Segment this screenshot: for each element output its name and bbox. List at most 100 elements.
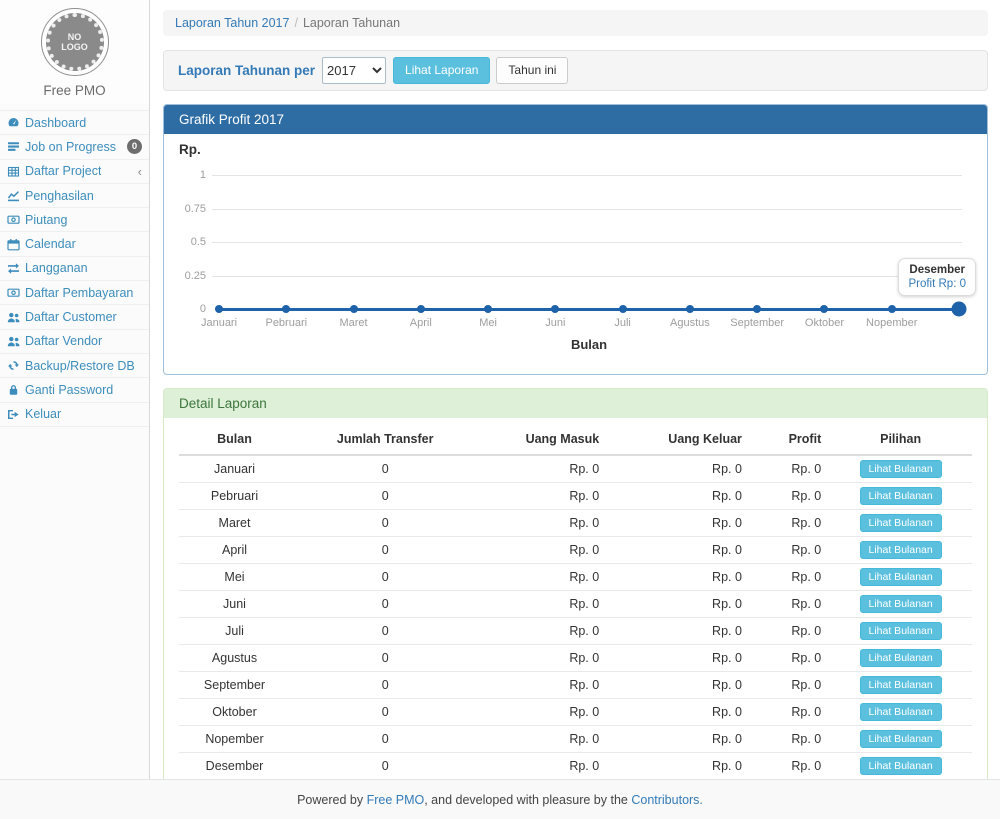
- sidebar-item-backup-restore-db[interactable]: Backup/Restore DB: [0, 354, 149, 378]
- column-header-pilihan: Pilihan: [829, 424, 972, 455]
- data-point-maret[interactable]: [350, 305, 358, 313]
- cell: Rp. 0: [607, 537, 750, 564]
- cell: 0: [290, 618, 480, 645]
- chart-panel-title: Grafik Profit 2017: [164, 105, 987, 134]
- lihat-bulanan-button-mei[interactable]: Lihat Bulanan: [860, 568, 942, 586]
- sidebar-item-langganan[interactable]: Langganan: [0, 257, 149, 281]
- action-cell: Lihat Bulanan: [829, 483, 972, 510]
- cell: Rp. 0: [750, 591, 829, 618]
- cell: April: [179, 537, 290, 564]
- action-cell: Lihat Bulanan: [829, 672, 972, 699]
- breadcrumb-current: Laporan Tahunan: [303, 16, 400, 30]
- cell: 0: [290, 753, 480, 780]
- lihat-bulanan-button-juni[interactable]: Lihat Bulanan: [860, 595, 942, 613]
- profit-line-chart: Rp.00.250.50.751JanuariPebruariMaretApri…: [179, 140, 972, 364]
- footer-link-free-pmo[interactable]: Free PMO: [367, 793, 425, 807]
- year-select[interactable]: 2017: [322, 57, 386, 84]
- cell: Desember: [179, 753, 290, 780]
- lihat-bulanan-button-desember[interactable]: Lihat Bulanan: [860, 757, 942, 775]
- lihat-bulanan-button-juli[interactable]: Lihat Bulanan: [860, 622, 942, 640]
- sidebar-item-daftar-vendor[interactable]: Daftar Vendor: [0, 330, 149, 354]
- cell: Rp. 0: [480, 618, 607, 645]
- cell: Rp. 0: [607, 672, 750, 699]
- cell: Rp. 0: [750, 483, 829, 510]
- data-point-pebruari[interactable]: [282, 305, 290, 313]
- data-point-agustus[interactable]: [686, 305, 694, 313]
- sidebar-item-label: Keluar: [25, 407, 61, 421]
- sidebar-item-label: Penghasilan: [25, 189, 94, 203]
- profit-series-line: [219, 308, 959, 311]
- cell: Juli: [179, 618, 290, 645]
- refresh-icon: [7, 359, 25, 372]
- lihat-bulanan-button-april[interactable]: Lihat Bulanan: [860, 541, 942, 559]
- cell: Rp. 0: [750, 645, 829, 672]
- sidebar-item-dashboard[interactable]: Dashboard: [0, 111, 149, 135]
- tooltip-title: Desember: [908, 264, 966, 276]
- cell: Rp. 0: [607, 753, 750, 780]
- sidebar-item-ganti-password[interactable]: Ganti Password: [0, 378, 149, 402]
- chart-gridline: [212, 276, 962, 277]
- cell: Rp. 0: [480, 672, 607, 699]
- data-point-mei[interactable]: [484, 305, 492, 313]
- line-chart-icon: [7, 189, 25, 202]
- data-point-april[interactable]: [417, 305, 425, 313]
- cell: Rp. 0: [607, 510, 750, 537]
- cell: Rp. 0: [480, 645, 607, 672]
- footer-link-contributors[interactable]: Contributors.: [631, 793, 703, 807]
- cell: Rp. 0: [480, 483, 607, 510]
- lihat-bulanan-button-september[interactable]: Lihat Bulanan: [860, 676, 942, 694]
- sidebar-item-keluar[interactable]: Keluar: [0, 403, 149, 427]
- action-cell: Lihat Bulanan: [829, 726, 972, 753]
- cell: 0: [290, 672, 480, 699]
- count-badge: 0: [127, 139, 142, 154]
- data-point-oktober[interactable]: [820, 305, 828, 313]
- brand-name: Free PMO: [0, 83, 149, 98]
- cell: Rp. 0: [607, 483, 750, 510]
- sidebar-item-daftar-pembayaran[interactable]: Daftar Pembayaran: [0, 281, 149, 305]
- x-tick-label: Januari: [201, 317, 237, 329]
- sidebar-item-job-on-progress[interactable]: Job on Progress0: [0, 135, 149, 159]
- cell: Rp. 0: [480, 510, 607, 537]
- breadcrumb-link-laporan-tahun[interactable]: Laporan Tahun 2017: [175, 16, 289, 30]
- table-row-oktober: Oktober0Rp. 0Rp. 0Rp. 0Lihat Bulanan: [179, 699, 972, 726]
- cell: 0: [290, 483, 480, 510]
- exchange-icon: [7, 262, 25, 275]
- action-cell: Lihat Bulanan: [829, 510, 972, 537]
- cell: Rp. 0: [750, 672, 829, 699]
- data-point-juli[interactable]: [619, 305, 627, 313]
- logo-area: NO LOGO Free PMO: [0, 0, 149, 104]
- sidebar-item-daftar-customer[interactable]: Daftar Customer: [0, 305, 149, 329]
- lihat-bulanan-button-januari[interactable]: Lihat Bulanan: [860, 460, 942, 478]
- lihat-bulanan-button-nopember[interactable]: Lihat Bulanan: [860, 730, 942, 748]
- lihat-bulanan-button-oktober[interactable]: Lihat Bulanan: [860, 703, 942, 721]
- money-icon: [7, 213, 25, 226]
- action-cell: Lihat Bulanan: [829, 618, 972, 645]
- table-row-maret: Maret0Rp. 0Rp. 0Rp. 0Lihat Bulanan: [179, 510, 972, 537]
- y-tick-label: 1: [179, 169, 206, 181]
- data-point-juni[interactable]: [551, 305, 559, 313]
- data-point-januari[interactable]: [215, 305, 223, 313]
- x-tick-label: Juli: [614, 317, 631, 329]
- this-year-button[interactable]: Tahun ini: [496, 57, 568, 85]
- sidebar-item-penghasilan[interactable]: Penghasilan: [0, 184, 149, 208]
- cell: Rp. 0: [750, 564, 829, 591]
- data-point-nopember[interactable]: [888, 305, 896, 313]
- view-report-button[interactable]: Lihat Laporan: [393, 57, 490, 85]
- breadcrumb-separator: /: [294, 16, 297, 30]
- sidebar-item-calendar[interactable]: Calendar: [0, 232, 149, 256]
- data-point-september[interactable]: [753, 305, 761, 313]
- sidebar-item-daftar-project[interactable]: Daftar Project‹: [0, 160, 149, 184]
- x-tick-label: April: [410, 317, 432, 329]
- main-content: Laporan Tahun 2017/Laporan Tahunan Lapor…: [151, 0, 1000, 779]
- sidebar-item-piutang[interactable]: Piutang: [0, 208, 149, 232]
- lihat-bulanan-button-pebruari[interactable]: Lihat Bulanan: [860, 487, 942, 505]
- cell: Pebruari: [179, 483, 290, 510]
- lihat-bulanan-button-agustus[interactable]: Lihat Bulanan: [860, 649, 942, 667]
- cell: Rp. 0: [607, 591, 750, 618]
- data-point-desember[interactable]: [952, 302, 967, 317]
- footer-text-middle: , and developed with pleasure by the: [424, 793, 628, 807]
- users-icon: [7, 311, 25, 324]
- lihat-bulanan-button-maret[interactable]: Lihat Bulanan: [860, 514, 942, 532]
- tasks-icon: [7, 140, 25, 153]
- sidebar: NO LOGO Free PMO DashboardJob on Progres…: [0, 0, 150, 779]
